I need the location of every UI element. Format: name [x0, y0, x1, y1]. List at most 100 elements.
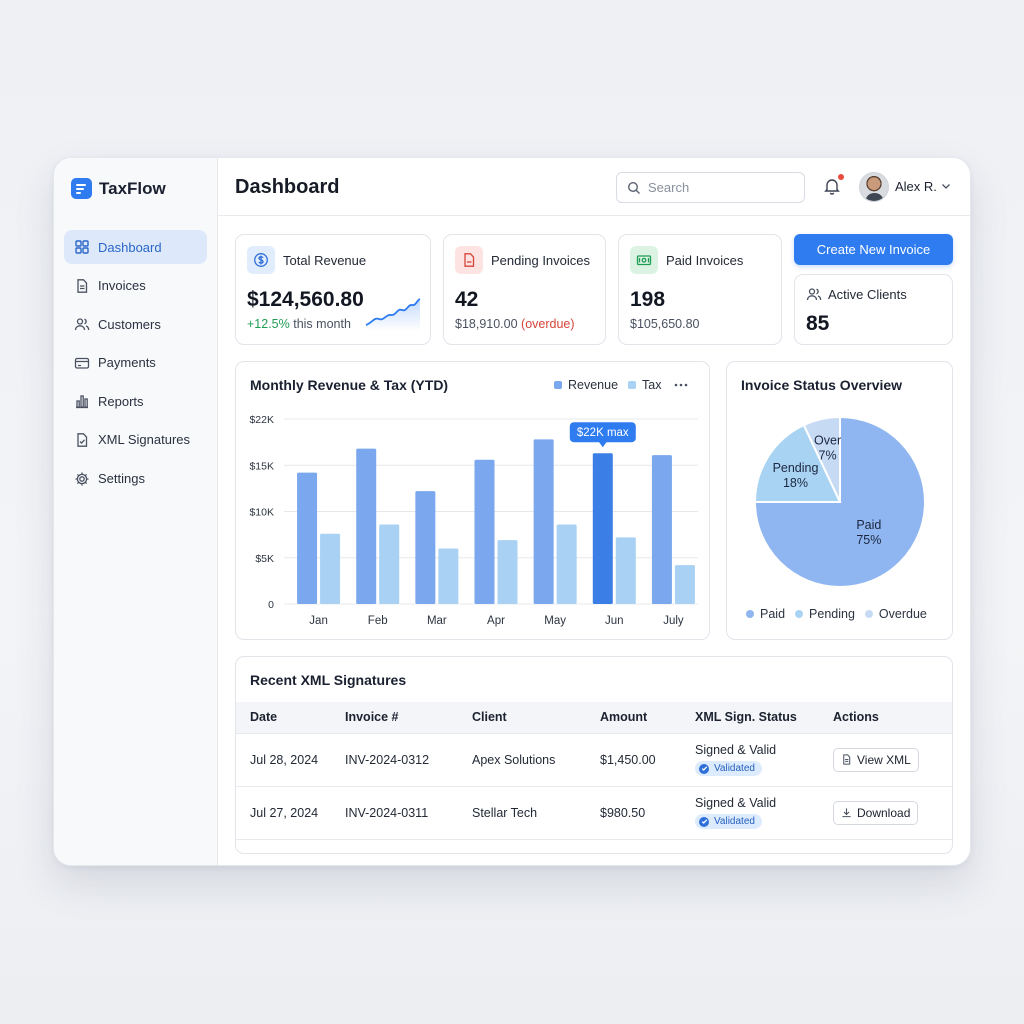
sidebar-item-dashboard[interactable]: Dashboard [64, 230, 207, 264]
search-input[interactable]: Search [616, 172, 805, 203]
bar-revenue [356, 448, 377, 604]
page-title: Dashboard [235, 176, 340, 198]
bar-revenue [297, 472, 318, 604]
pending-document-icon [455, 246, 483, 274]
bar-tax [497, 540, 518, 604]
table-title: Recent XML Signatures [250, 672, 407, 688]
bar-tax [615, 537, 636, 604]
legend-item-paid: Paid [746, 607, 785, 621]
sidebar-item-label: Invoices [98, 278, 146, 294]
cell-invoice: INV-2024-0311 [345, 805, 429, 820]
bar-tax [320, 533, 341, 604]
annotation-label: $22K max [577, 427, 629, 439]
legend-label: Pending [809, 607, 855, 621]
chart-title: Invoice Status Overview [741, 377, 903, 393]
notification-dot [838, 174, 844, 180]
stat-label: Pending Invoices [491, 253, 591, 268]
cell-client: Apex Solutions [472, 752, 556, 767]
x-tick-label: Jan [309, 615, 328, 627]
sidebar: TaxFlow Dashboard Invoices Customers Pay… [54, 158, 218, 865]
brand[interactable]: TaxFlow [71, 178, 166, 199]
users-icon [74, 318, 90, 331]
bar-revenue [533, 439, 554, 604]
download-icon [842, 808, 851, 818]
view-xml-button[interactable]: View XML [833, 747, 919, 772]
download-button[interactable]: Download [833, 800, 919, 825]
cell-date: Jul 28, 2024 [250, 752, 319, 767]
app-window: TaxFlow Dashboard Invoices Customers Pay… [53, 157, 971, 866]
sidebar-item-reports[interactable]: Reports [64, 384, 207, 418]
cell-actions: Download [833, 786, 952, 839]
x-tick-label: Feb [368, 615, 388, 627]
cell-actions: View XML [833, 733, 952, 786]
sidebar-item-invoices[interactable]: Invoices [64, 269, 207, 303]
cell-date: Jul 27, 2024 [250, 805, 319, 820]
stat-amount: $18,910.00 (overdue) [455, 317, 575, 331]
sidebar-item-label: Customers [98, 316, 161, 332]
status-badge: Validated [695, 761, 762, 776]
bar-tax [674, 565, 695, 604]
brand-name: TaxFlow [99, 178, 166, 198]
bar-revenue [474, 459, 495, 604]
stat-value: $124,560.80 [247, 288, 364, 311]
check-icon [699, 763, 709, 774]
sign-status-text: Signed & Valid [695, 743, 777, 757]
total-revenue-card[interactable]: Total Revenue $124,560.80 +12.5% this mo… [235, 234, 431, 345]
badge-label: Validated [714, 816, 755, 827]
table-row[interactable]: Jul 28, 2024 INV-2024-0312 Apex Solution… [236, 733, 952, 786]
avatar[interactable] [859, 172, 889, 202]
legend-item-overdue: Overdue [864, 607, 927, 621]
x-tick-label: May [544, 615, 566, 627]
legend-label: Revenue [568, 378, 619, 392]
revenue-sparkline [365, 298, 421, 331]
action-label: Download [857, 805, 911, 820]
stat-value: 85 [806, 312, 830, 335]
invoice-status-card: Invoice Status Overview Paid 75% Pending 18… [726, 361, 953, 640]
legend-item-tax: Tax [628, 378, 662, 392]
slice-label: Pending [773, 461, 819, 475]
slice-label: Paid [856, 518, 881, 532]
taxflow-logo-icon [71, 178, 92, 199]
y-tick-label: 0 [268, 599, 274, 611]
cell-status: Signed & Valid Validated [695, 786, 833, 839]
change-suffix: this month [293, 317, 351, 331]
pie-legend: Paid Pending Overdue [746, 607, 937, 621]
revenue-tax-bar-chart: 0 $5K $10K $15K $22K Jan Feb Mar Apr May Jun $22K m… [249, 414, 698, 627]
change-percent: +12.5% [247, 317, 290, 331]
top-bar: Dashboard Search Alex R. [218, 158, 970, 216]
sidebar-item-label: XML Signatures [98, 432, 191, 448]
stat-label: Paid Invoices [666, 253, 744, 268]
sidebar-item-settings[interactable]: Settings [64, 462, 207, 496]
y-tick-label: $22K [249, 414, 274, 426]
legend-item-revenue: Revenue [554, 378, 618, 392]
more-options-icon[interactable] [674, 383, 688, 387]
xml-signatures-card: Recent XML Signatures Date Invoice # Cli… [235, 656, 953, 854]
action-label: View XML [857, 752, 911, 767]
user-name[interactable]: Alex R. [895, 179, 937, 194]
annotation-pointer [598, 441, 607, 448]
active-clients-card[interactable]: Active Clients 85 [794, 274, 953, 345]
dollar-icon [247, 246, 275, 274]
create-invoice-button[interactable]: Create New Invoice [794, 234, 953, 265]
legend-label: Tax [642, 378, 662, 392]
sidebar-item-xml-signatures[interactable]: XML Signatures [64, 423, 207, 457]
legend-label: Overdue [878, 607, 927, 621]
legend-swatch [554, 381, 562, 389]
chevron-down-icon[interactable] [941, 182, 951, 190]
gear-icon [75, 472, 89, 486]
sidebar-item-payments[interactable]: Payments [64, 346, 207, 380]
table-row[interactable]: Jul 27, 2024 INV-2024-0311 Stellar Tech … [236, 786, 952, 839]
paid-invoices-card[interactable]: Paid Invoices 198 $105,650.80 [618, 234, 782, 345]
column-header: Client [472, 710, 507, 725]
cell-amount: $1,450.00 [600, 752, 656, 767]
bar-chart-icon [76, 395, 88, 409]
stat-label: Total Revenue [283, 253, 367, 268]
pending-invoices-card[interactable]: Pending Invoices 42 $18,910.00 (overdue) [443, 234, 606, 345]
cell-invoice: INV-2024-0312 [345, 752, 430, 767]
column-header: Actions [833, 710, 879, 725]
sidebar-item-label: Dashboard [98, 239, 162, 255]
status-badge: Validated [695, 814, 762, 829]
x-tick-label: Jun [605, 615, 624, 627]
badge-label: Validated [714, 763, 755, 774]
sidebar-item-customers[interactable]: Customers [64, 307, 207, 341]
